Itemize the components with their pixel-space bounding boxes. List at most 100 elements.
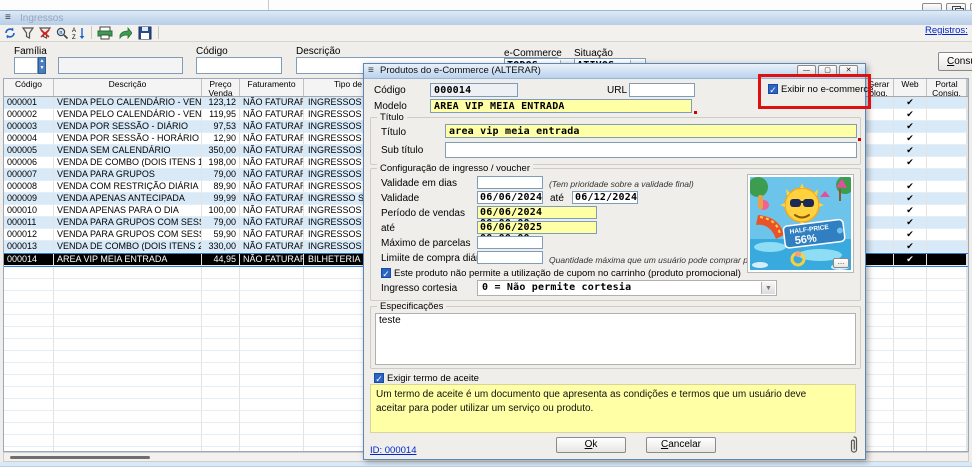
empty-cell xyxy=(894,327,927,339)
empty-cell xyxy=(927,267,967,279)
cancel-button[interactable]: Cancelar xyxy=(646,437,716,453)
cell-preco-venda: 123,12 xyxy=(202,97,240,109)
especificacoes-textarea[interactable]: teste xyxy=(375,313,856,365)
refresh-icon[interactable] xyxy=(3,26,17,40)
validade-de-field[interactable]: 06/06/2024 xyxy=(477,191,543,204)
ingresso-cortesia-combo[interactable]: 0 = Não permite cortesia ▼ xyxy=(477,280,777,296)
print-icon[interactable] xyxy=(97,26,113,40)
empty-cell xyxy=(967,339,968,351)
cell-portal-consig xyxy=(927,133,967,145)
chevron-down-icon[interactable]: ▼ xyxy=(761,282,775,294)
empty-cell xyxy=(967,411,968,423)
window-menu-icon[interactable]: ≡ xyxy=(5,11,11,25)
toolbar-separator xyxy=(158,26,159,39)
empty-cell xyxy=(864,387,894,399)
cell-preco-venda: 89,90 xyxy=(202,181,240,193)
column-header[interactable]: Portal Consig. xyxy=(927,79,967,96)
cell-extra xyxy=(967,217,968,229)
cell-portal-consig xyxy=(927,97,967,109)
periodo-ate-field[interactable]: 06/06/2025 00:00:00 xyxy=(477,221,597,234)
save-icon[interactable] xyxy=(138,26,152,40)
cell-preco-venda: 79,00 xyxy=(202,169,240,181)
familia-desc-field[interactable] xyxy=(58,57,183,74)
cell-preco-venda: 350,00 xyxy=(202,145,240,157)
empty-cell xyxy=(864,363,894,375)
periodo-de-field[interactable]: 06/06/2024 00:00:00 xyxy=(477,206,597,219)
empty-cell xyxy=(4,363,54,375)
svg-text:Z: Z xyxy=(72,35,76,40)
cell-faturamento: NÃO FATURAR xyxy=(240,193,304,205)
empty-cell xyxy=(927,387,967,399)
cell-preco-venda: 99,99 xyxy=(202,193,240,205)
column-header[interactable] xyxy=(967,79,968,96)
search-icon[interactable]: n xyxy=(55,26,69,40)
filter-icon[interactable] xyxy=(21,26,35,40)
empty-cell xyxy=(4,375,54,387)
cell-faturamento: NÃO FATURAR xyxy=(240,229,304,241)
column-header[interactable]: Código xyxy=(4,79,54,96)
empty-cell xyxy=(4,411,54,423)
empty-cell xyxy=(4,351,54,363)
cell-preco-venda: 79,00 xyxy=(202,217,240,229)
modelo-label: Modelo xyxy=(374,101,407,112)
column-header[interactable]: Preço Venda xyxy=(202,79,240,96)
scrollbar-thumb[interactable] xyxy=(10,456,150,459)
cell-descricao: VENDA COM RESTRIÇÃO DIÁRIA (SAB- xyxy=(54,181,202,193)
codigo-filter-field[interactable] xyxy=(196,57,282,74)
empty-cell xyxy=(202,411,240,423)
empty-cell xyxy=(967,363,968,375)
cell-gerar-bloq xyxy=(864,133,894,145)
export-icon[interactable] xyxy=(118,26,132,40)
empty-cell xyxy=(894,435,927,447)
cell-web-check: ✔ xyxy=(894,193,927,205)
ok-button[interactable]: Ok xyxy=(556,437,626,453)
cell-codigo: 000013 xyxy=(4,241,54,253)
product-image[interactable]: HALF-PRICE 56% … xyxy=(747,174,854,273)
registros-link[interactable]: Registros: xyxy=(925,25,968,36)
empty-cell xyxy=(4,399,54,411)
dialog-menu-icon[interactable]: ≡ xyxy=(368,64,374,78)
empty-cell xyxy=(967,315,968,327)
limite-compra-field[interactable] xyxy=(477,251,543,264)
cell-extra xyxy=(967,109,968,121)
url-field[interactable] xyxy=(629,83,695,97)
empty-cell xyxy=(202,279,240,291)
image-browse-button[interactable]: … xyxy=(833,258,849,268)
empty-cell xyxy=(864,351,894,363)
cell-extra xyxy=(967,145,968,157)
validade-dias-field[interactable] xyxy=(477,176,543,189)
id-link[interactable]: ID: 000014 xyxy=(370,445,416,456)
empty-cell xyxy=(240,399,304,411)
cell-web-check: ✔ xyxy=(894,109,927,121)
familia-spinner[interactable]: ▲ ▼ xyxy=(38,57,46,74)
cell-faturamento: NÃO FATURAR xyxy=(240,169,304,181)
subtitulo-label: Sub título xyxy=(381,145,423,156)
empty-cell xyxy=(967,303,968,315)
modelo-field[interactable]: AREA VIP MEIA ENTRADA xyxy=(430,99,692,113)
subtitulo-field[interactable] xyxy=(445,142,857,158)
titulo-value: area vip meia entrada xyxy=(449,126,580,137)
consultar-button[interactable]: Consultar xyxy=(938,52,972,71)
column-header[interactable]: Faturamento xyxy=(240,79,304,96)
validade-ate-field[interactable]: 06/12/2024 xyxy=(572,191,638,204)
cell-web-check: ✔ xyxy=(894,229,927,241)
column-header[interactable]: Descrição xyxy=(54,79,202,96)
empty-cell xyxy=(240,327,304,339)
clear-filter-icon[interactable] xyxy=(38,26,52,40)
cell-gerar-bloq xyxy=(864,217,894,229)
titulo-field[interactable]: area vip meia entrada xyxy=(445,124,857,138)
max-parcelas-field[interactable] xyxy=(477,236,543,249)
familia-code-field[interactable] xyxy=(14,57,38,74)
empty-cell xyxy=(202,291,240,303)
empty-cell xyxy=(967,387,968,399)
sort-icon[interactable]: AZ xyxy=(72,26,86,40)
limite-compra-note: Quantidade máxima que um usuário pode co… xyxy=(549,255,769,265)
paperclip-icon[interactable] xyxy=(849,435,859,455)
termo-aceite-checkbox[interactable]: ✓ xyxy=(374,373,384,383)
column-header[interactable]: Web xyxy=(894,79,927,96)
cupom-checkbox[interactable]: ✓ xyxy=(381,268,391,278)
dialog-codigo-field[interactable]: 000014 xyxy=(430,83,518,97)
cell-descricao: VENDA PELO CALENDÁRIO - VENCIME xyxy=(54,109,202,121)
empty-cell xyxy=(864,327,894,339)
cell-descricao: VENDA PARA GRUPOS COM SESSÃO e xyxy=(54,217,202,229)
